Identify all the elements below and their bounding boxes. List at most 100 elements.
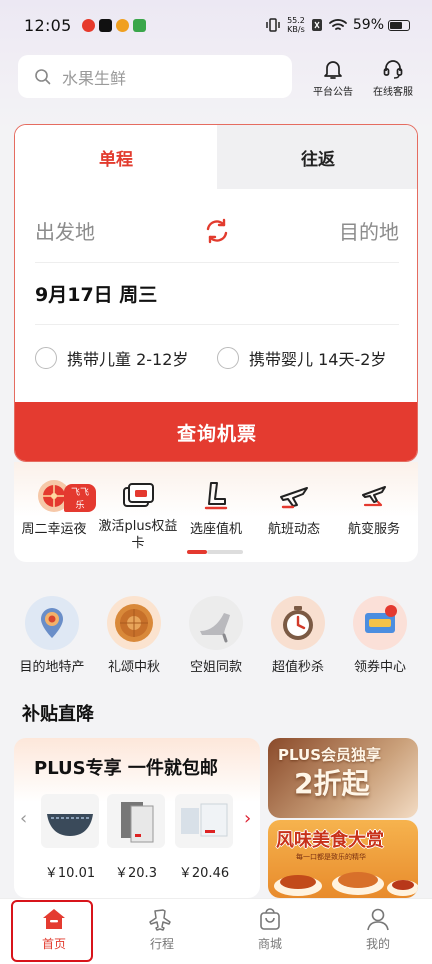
origin-field[interactable]: 出发地 bbox=[35, 216, 95, 245]
nav-mine[interactable]: 我的 bbox=[338, 907, 418, 952]
service-label: 选座值机 bbox=[189, 522, 242, 537]
category-local-specialty[interactable]: 目的地特产 bbox=[12, 596, 92, 675]
date-field[interactable]: 9月17日 周三 bbox=[35, 263, 399, 325]
flight-change-icon bbox=[362, 486, 386, 507]
product-price: ￥20.46 bbox=[178, 866, 230, 881]
services-pager bbox=[187, 550, 243, 554]
tab-oneway[interactable]: 单程 bbox=[15, 125, 217, 189]
product-price: ￥20.3 bbox=[115, 866, 157, 881]
food-dishes-image bbox=[274, 872, 418, 896]
tiktok-icon bbox=[98, 18, 112, 32]
user-icon bbox=[367, 908, 389, 931]
app-notification-icon bbox=[81, 18, 95, 32]
mooncake-icon bbox=[107, 596, 161, 650]
nav-mine-label: 我的 bbox=[365, 937, 390, 951]
product-item[interactable]: ￥10.01 bbox=[40, 794, 100, 881]
pager-active bbox=[187, 550, 207, 554]
date-value: 9月17日 周三 bbox=[35, 284, 158, 306]
home-highlight-box bbox=[11, 900, 93, 962]
nav-mall-label: 商城 bbox=[257, 937, 282, 951]
vibrate-icon bbox=[266, 18, 280, 32]
food-fest-banner[interactable]: 风味美食大赏 每一口都是致乐的精华 bbox=[268, 820, 418, 898]
service-activate-plus[interactable]: 激活plus权益卡 bbox=[96, 478, 180, 552]
chevron-left-icon[interactable]: ‹ bbox=[20, 808, 27, 829]
destination-field[interactable]: 目的地 bbox=[339, 216, 399, 245]
category-mid-autumn[interactable]: 礼颂中秋 bbox=[94, 596, 174, 675]
section-title: 补贴直降 bbox=[22, 704, 94, 725]
net-speed-value: 55.2 bbox=[287, 16, 305, 25]
bell-icon bbox=[324, 61, 342, 79]
infant-option[interactable]: 携带婴儿 14天-2岁 bbox=[217, 346, 386, 370]
high-heel-icon bbox=[189, 596, 243, 650]
shopping-bag-icon bbox=[260, 908, 280, 930]
battery-percent: 59% bbox=[352, 17, 384, 33]
food-banner-title: 风味美食大赏 bbox=[276, 830, 384, 851]
net-speed: 55.2 KB/s bbox=[287, 16, 305, 34]
service-seat-checkin[interactable]: 选座值机 bbox=[174, 478, 258, 537]
wifi-icon bbox=[328, 19, 347, 30]
stopwatch-icon bbox=[271, 596, 325, 650]
search-icon bbox=[35, 68, 51, 84]
status-app-icons bbox=[81, 18, 146, 32]
category-label: 超值秒杀 bbox=[271, 660, 324, 675]
seat-icon bbox=[204, 482, 228, 510]
service-lucky-night[interactable]: 飞飞乐 周二幸运夜 bbox=[12, 478, 96, 537]
search-flights-button[interactable]: 查询机票 bbox=[15, 402, 417, 461]
plus-banner-discount: 2折起 bbox=[294, 767, 370, 800]
map-pin-icon bbox=[25, 596, 79, 650]
battery-indicator: 59% bbox=[353, 17, 410, 33]
product-item[interactable]: ￥20.3 bbox=[106, 794, 166, 881]
category-label: 礼颂中秋 bbox=[107, 660, 160, 675]
nav-trips[interactable]: 行程 bbox=[122, 907, 202, 952]
net-speed-unit: KB/s bbox=[287, 25, 305, 34]
service-flight-status[interactable]: 航班动态 bbox=[252, 478, 336, 537]
service-flight-change[interactable]: 航变服务 bbox=[332, 478, 416, 537]
announcement-button[interactable]: 平台公告 bbox=[305, 58, 361, 98]
passenger-options: 携带儿童 2-12岁 携带婴儿 14天-2岁 bbox=[35, 327, 405, 389]
infant-radio[interactable] bbox=[217, 347, 239, 369]
infant-option-label: 携带婴儿 14天-2岁 bbox=[249, 350, 387, 369]
product-item[interactable]: ￥20.46 bbox=[174, 794, 234, 881]
sim-icon bbox=[311, 19, 322, 31]
plus-member-banner[interactable]: PLUS会员独享 2折起 bbox=[268, 738, 418, 818]
category-coupon-center[interactable]: 领券中心 bbox=[340, 596, 420, 675]
customer-service-label: 在线客服 bbox=[373, 87, 413, 98]
promo-title: PLUS专享 一件就包邮 bbox=[34, 758, 218, 779]
pager-inactive bbox=[207, 550, 243, 554]
lucky-night-badge: 飞飞乐 bbox=[64, 484, 96, 512]
service-label: 航班动态 bbox=[267, 522, 320, 537]
airplane-icon bbox=[149, 909, 171, 931]
child-option-label: 携带儿童 2-12岁 bbox=[67, 350, 189, 369]
search-placeholder: 水果生鲜 bbox=[62, 68, 127, 88]
category-label: 目的地特产 bbox=[19, 660, 85, 675]
app-green-icon bbox=[132, 18, 146, 32]
card-icon bbox=[123, 483, 154, 507]
service-label: 激活plus权益卡 bbox=[98, 519, 178, 551]
category-flash-sale[interactable]: 超值秒杀 bbox=[258, 596, 338, 675]
nav-trips-label: 行程 bbox=[149, 937, 174, 951]
customer-service-button[interactable]: 在线客服 bbox=[365, 58, 421, 98]
quick-services: 飞飞乐 周二幸运夜 激活plus权益卡 选座值机 航班动态 航变服务 bbox=[14, 462, 418, 562]
category-stewardess-style[interactable]: 空姐同款 bbox=[176, 596, 256, 675]
route-row: 出发地 目的地 bbox=[35, 199, 399, 263]
swap-icon[interactable] bbox=[203, 217, 231, 245]
nav-mall[interactable]: 商城 bbox=[230, 907, 310, 952]
child-radio[interactable] bbox=[35, 347, 57, 369]
category-label: 空姐同款 bbox=[189, 660, 242, 675]
tab-roundtrip[interactable]: 往返 bbox=[217, 125, 417, 189]
trip-type-tabs: 单程 往返 bbox=[15, 125, 417, 189]
child-option[interactable]: 携带儿童 2-12岁 bbox=[35, 346, 217, 370]
plus-free-shipping-card[interactable]: PLUS专享 一件就包邮 ‹ ￥10.01 ￥20.3 ￥20.46 › bbox=[14, 738, 260, 898]
status-indicators: 55.2 KB/s 59% bbox=[265, 16, 410, 34]
flight-search-card: 单程 往返 出发地 目的地 9月17日 周三 携带儿童 2-12岁 携带婴儿 1… bbox=[14, 124, 418, 462]
coupon-icon bbox=[353, 596, 407, 650]
status-bar: 12:05 55.2 KB/s 59% bbox=[0, 0, 432, 50]
product-price: ￥10.01 bbox=[44, 866, 96, 881]
chevron-right-icon[interactable]: › bbox=[244, 808, 251, 829]
tissue-box-image bbox=[107, 794, 165, 848]
status-time: 12:05 bbox=[24, 15, 72, 35]
announcement-label: 平台公告 bbox=[313, 87, 353, 98]
battery-icon bbox=[388, 19, 410, 31]
search-input[interactable]: 水果生鲜 bbox=[18, 55, 292, 98]
headset-icon bbox=[383, 60, 403, 79]
